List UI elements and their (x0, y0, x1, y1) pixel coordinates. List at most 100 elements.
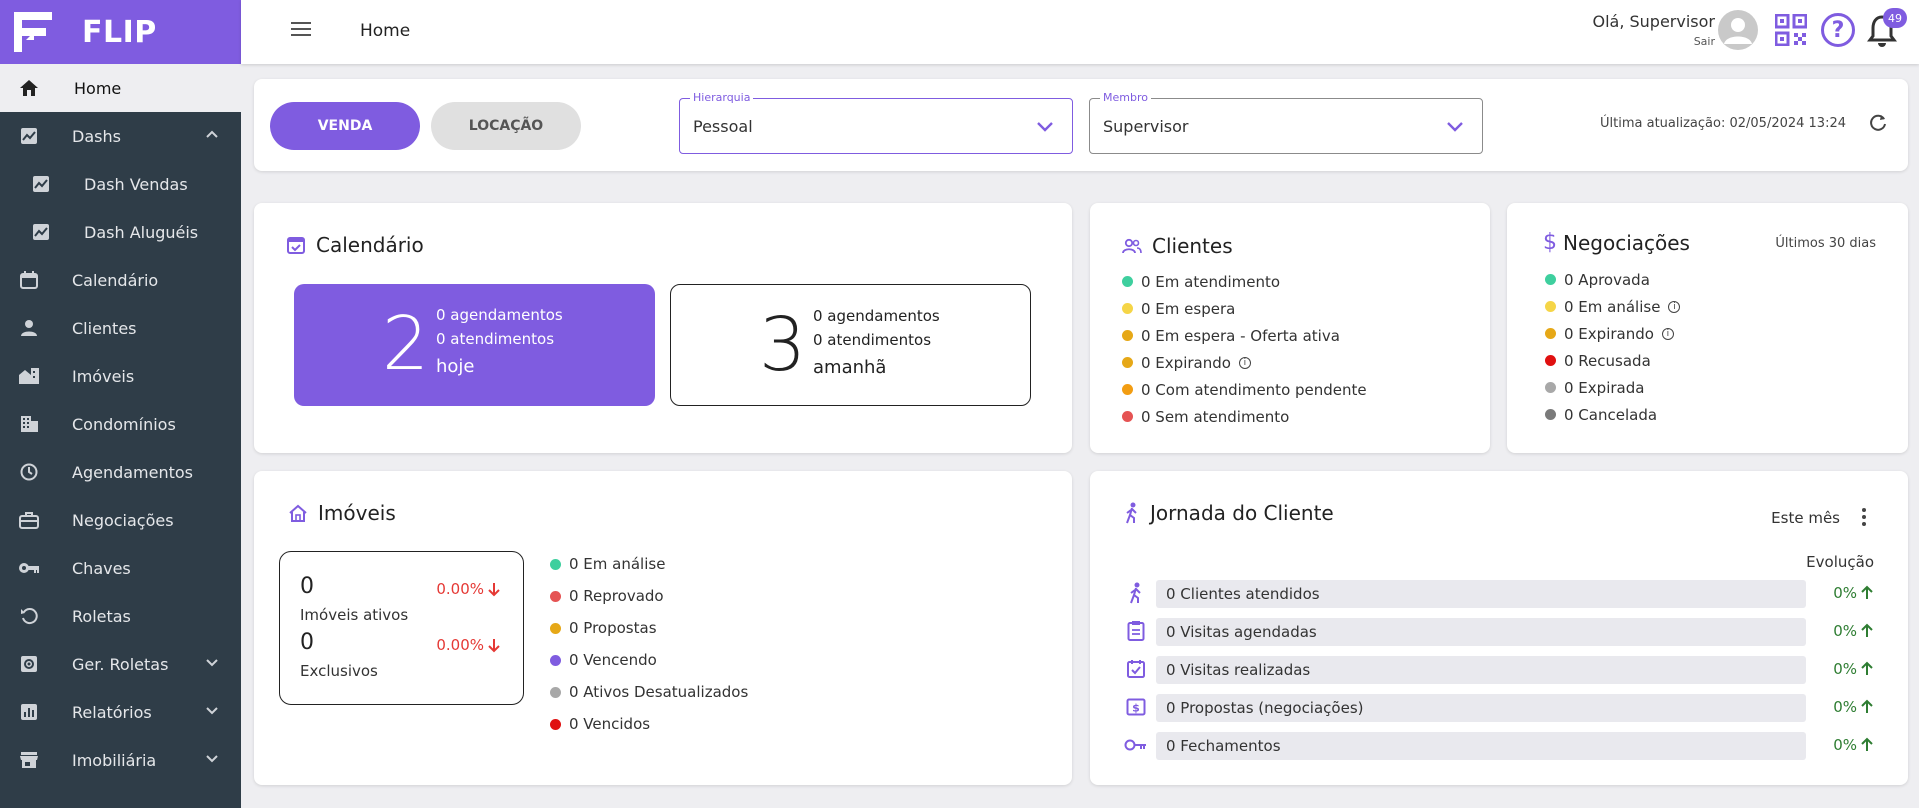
sidebar-item-label: Home (74, 78, 122, 98)
key-icon (1124, 733, 1148, 757)
sidebar: FLIP Home Dashs Dash Vendas Dash Aluguéi… (0, 0, 241, 808)
list-item[interactable]: 0 Em espera (1122, 295, 1367, 322)
info-icon[interactable]: i (1668, 300, 1681, 313)
svg-text:$: $ (1132, 702, 1140, 715)
list-item[interactable]: 0 Expirada (1545, 374, 1680, 401)
sidebar-item-agendamentos[interactable]: Agendamentos (0, 448, 241, 496)
user-icon (1724, 18, 1752, 44)
sidebar-item-roletas[interactable]: Roletas (0, 592, 241, 640)
status-dot (1122, 411, 1133, 422)
journey-pct: 0% (1833, 622, 1874, 640)
calendar-tomorrow-box[interactable]: 3 0 agendamentos 0 atendimentos amanhã (670, 284, 1031, 406)
list-item[interactable]: 0 Reprovado (550, 580, 748, 612)
active-count: 0 (300, 574, 314, 599)
arrow-up-icon (1861, 661, 1873, 675)
journey-row: 0 Visitas realizadas 0% (1124, 654, 1874, 684)
sidebar-item-ger-roletas[interactable]: Ger. Roletas (0, 640, 241, 688)
refresh-icon[interactable] (1868, 113, 1888, 133)
list-item-label: 0 Em análise (1564, 297, 1661, 316)
clock-icon (18, 462, 40, 482)
journey-title: Jornada do Cliente (1124, 501, 1334, 525)
sidebar-item-condominios[interactable]: Condomínios (0, 400, 241, 448)
tomorrow-agendamentos: 0 agendamentos (813, 307, 940, 325)
more-options-icon[interactable] (1862, 508, 1866, 529)
status-dot (1122, 276, 1133, 287)
sidebar-item-label: Negociações (72, 510, 174, 530)
arrow-up-icon (1861, 699, 1873, 713)
list-item[interactable]: 0 Sem atendimento (1122, 403, 1367, 430)
sidebar-item-dashs[interactable]: Dashs (0, 112, 241, 160)
list-item[interactable]: 0 Aprovada (1545, 266, 1680, 293)
sidebar-item-chaves[interactable]: Chaves (0, 544, 241, 592)
arrow-up-icon (1861, 623, 1873, 637)
sidebar-item-dash-vendas[interactable]: Dash Vendas (0, 160, 241, 208)
membro-select[interactable]: Membro Supervisor (1089, 91, 1483, 154)
filter-bar: VENDA LOCAÇÃO Hierarquia Pessoal Membro … (254, 79, 1908, 171)
status-dot (1122, 384, 1133, 395)
sidebar-item-imoveis[interactable]: Imóveis (0, 352, 241, 400)
logout-link[interactable]: Sair (1592, 35, 1715, 48)
journey-row: 0 Clientes atendidos 0% (1124, 578, 1874, 608)
brand[interactable]: FLIP (0, 0, 241, 64)
qr-code-icon[interactable] (1775, 14, 1807, 46)
sidebar-item-calendario[interactable]: Calendário (0, 256, 241, 304)
list-item[interactable]: 0 Cancelada (1545, 401, 1680, 428)
sidebar-item-home[interactable]: Home (0, 64, 241, 112)
sidebar-item-clientes[interactable]: Clientes (0, 304, 241, 352)
active-pct-value: 0.00% (436, 580, 484, 598)
chart-box-icon (30, 174, 52, 194)
hierarquia-select[interactable]: Hierarquia Pessoal (679, 91, 1073, 154)
info-icon[interactable]: i (1661, 327, 1674, 340)
negotiations-period: Últimos 30 dias (1775, 236, 1876, 251)
journey-bar: 0 Fechamentos (1156, 732, 1806, 760)
menu-icon[interactable] (291, 22, 311, 38)
list-item[interactable]: 0 Vencendo (550, 644, 748, 676)
list-item[interactable]: 0 Com atendimento pendente (1122, 376, 1367, 403)
clients-title-text: Clientes (1152, 234, 1233, 258)
journey-period[interactable]: Este mês (1771, 509, 1840, 527)
properties-list: 0 Em análise 0 Reprovado 0 Propostas 0 V… (550, 548, 748, 740)
sidebar-item-imobiliaria[interactable]: Imobiliária (0, 736, 241, 784)
journey-pct-value: 0% (1833, 660, 1857, 678)
locacao-button[interactable]: LOCAÇÃO (431, 102, 581, 150)
venda-button[interactable]: VENDA (270, 102, 420, 150)
gear-box-icon (18, 654, 40, 674)
membro-label: Membro (1100, 91, 1151, 104)
list-item[interactable]: 0 Vencidos (550, 708, 748, 740)
negotiations-title: $ Negociações (1543, 230, 1690, 255)
list-item[interactable]: 0 Em atendimento (1122, 268, 1367, 295)
sidebar-item-label: Imóveis (72, 366, 135, 386)
list-item[interactable]: 0 Recusada (1545, 347, 1680, 374)
list-item[interactable]: 0 Expirando i (1545, 320, 1680, 347)
list-item[interactable]: 0 Expirando i (1122, 349, 1367, 376)
list-item[interactable]: 0 Propostas (550, 612, 748, 644)
active-pct: 0.00% (436, 580, 501, 598)
avatar[interactable] (1718, 10, 1758, 50)
list-item-label: 0 Em atendimento (1141, 272, 1281, 291)
status-dot (1545, 355, 1556, 366)
calendar-today-box[interactable]: 2 0 agendamentos 0 atendimentos hoje (294, 284, 655, 406)
chevron-down-icon (206, 659, 218, 667)
sidebar-item-negociacoes[interactable]: Negociações (0, 496, 241, 544)
journey-pct: 0% (1833, 584, 1874, 602)
sidebar-item-label: Imobiliária (72, 750, 157, 770)
journey-bar: 0 Visitas agendadas (1156, 618, 1806, 646)
list-item[interactable]: 0 Em análise (550, 548, 748, 580)
topbar: Home Olá, Supervisor Sair ? 49 (241, 0, 1919, 64)
sidebar-item-dash-alugueis[interactable]: Dash Aluguéis (0, 208, 241, 256)
sidebar-item-label: Condomínios (72, 414, 176, 434)
journey-bar: 0 Visitas realizadas (1156, 656, 1806, 684)
list-item[interactable]: 0 Ativos Desatualizados (550, 676, 748, 708)
info-icon[interactable]: i (1238, 356, 1251, 369)
evolution-header: Evolução (1806, 553, 1874, 571)
clipboard-icon (1124, 619, 1148, 643)
arrow-down-icon (488, 583, 500, 597)
journey-pct-value: 0% (1833, 622, 1857, 640)
list-item[interactable]: 0 Em espera - Oferta ativa (1122, 322, 1367, 349)
list-item[interactable]: 0 Em análise i (1545, 293, 1681, 320)
status-dot (1122, 357, 1133, 368)
sidebar-item-relatorios[interactable]: Relatórios (0, 688, 241, 736)
negotiations-card: $ Negociações Últimos 30 dias 0 Aprovada… (1507, 203, 1908, 453)
help-icon[interactable]: ? (1821, 13, 1855, 47)
dollar-icon: $ (1543, 230, 1557, 255)
